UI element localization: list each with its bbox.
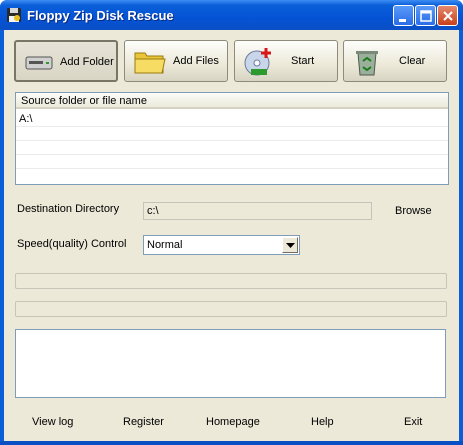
column-header-label: Source folder or file name bbox=[21, 95, 147, 107]
row-divider bbox=[16, 126, 448, 127]
close-icon bbox=[443, 11, 453, 21]
clear-button[interactable]: Clear bbox=[343, 40, 447, 82]
row-divider bbox=[16, 140, 448, 141]
speed-label: Speed(quality) Control bbox=[17, 238, 127, 250]
chevron-down-icon bbox=[286, 243, 295, 248]
clear-label: Clear bbox=[399, 55, 426, 67]
browse-button[interactable]: Browse bbox=[395, 205, 432, 217]
window-frame bbox=[0, 441, 463, 445]
add-folder-button[interactable]: Add Folder bbox=[14, 40, 118, 82]
list-item[interactable]: A:\ bbox=[19, 113, 32, 125]
maximize-icon bbox=[420, 10, 432, 22]
window-title: Floppy Zip Disk Rescue bbox=[27, 8, 174, 23]
floppy-disk-icon bbox=[7, 8, 21, 22]
destination-value: c:\ bbox=[147, 205, 159, 217]
speed-select[interactable]: Normal bbox=[143, 235, 300, 255]
app-window: Floppy Zip Disk Rescue Add Folder Add Fi bbox=[0, 0, 463, 445]
destination-label: Destination Directory bbox=[17, 203, 120, 215]
cd-start-icon bbox=[244, 48, 271, 76]
dialog-body: Add Folder Add Files Start Clear Source … bbox=[4, 30, 459, 441]
progress-bar-overall bbox=[15, 273, 447, 289]
close-button[interactable] bbox=[437, 5, 458, 26]
maximize-button[interactable] bbox=[415, 5, 436, 26]
exit-button[interactable]: Exit bbox=[404, 416, 422, 428]
add-files-label: Add Files bbox=[173, 55, 219, 67]
destination-field[interactable]: c:\ bbox=[143, 202, 372, 220]
column-header[interactable]: Source folder or file name bbox=[16, 93, 448, 109]
start-label: Start bbox=[291, 55, 315, 67]
help-button[interactable]: Help bbox=[311, 416, 334, 428]
add-folder-label: Add Folder bbox=[60, 56, 114, 68]
source-list[interactable]: Source folder or file name A:\ bbox=[15, 92, 449, 185]
register-button[interactable]: Register bbox=[123, 416, 164, 428]
row-divider bbox=[16, 154, 448, 155]
minimize-icon bbox=[399, 19, 406, 22]
add-files-button[interactable]: Add Files bbox=[124, 40, 228, 82]
drive-icon bbox=[25, 56, 53, 70]
view-log-button[interactable]: View log bbox=[32, 416, 73, 428]
minimize-button[interactable] bbox=[393, 5, 414, 26]
title-bar[interactable]: Floppy Zip Disk Rescue bbox=[0, 0, 463, 30]
start-button[interactable]: Start bbox=[234, 40, 338, 82]
dropdown-button[interactable] bbox=[282, 237, 298, 253]
homepage-button[interactable]: Homepage bbox=[206, 416, 260, 428]
row-divider bbox=[16, 168, 448, 169]
recycle-bin-icon bbox=[356, 51, 378, 76]
folder-icon bbox=[134, 52, 166, 74]
speed-selected-value: Normal bbox=[147, 239, 183, 251]
progress-bar-current bbox=[15, 301, 447, 317]
log-output[interactable] bbox=[15, 329, 446, 398]
